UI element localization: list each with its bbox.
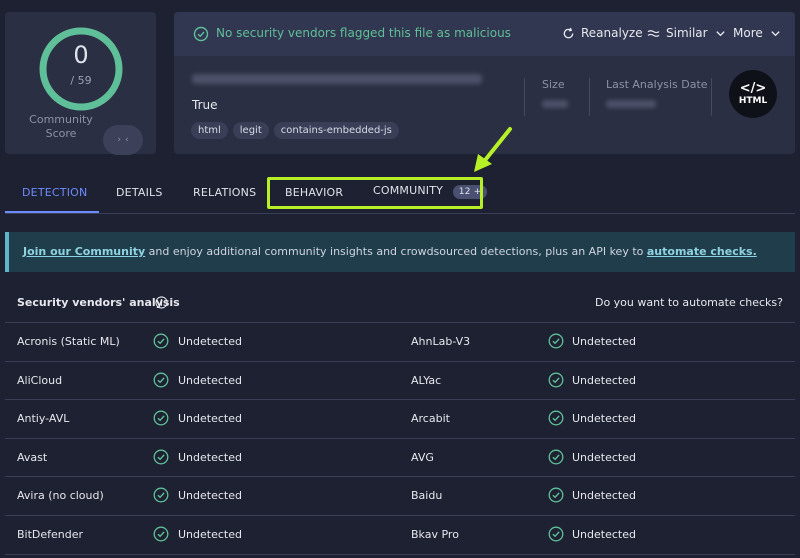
vendor-result: Undetected xyxy=(178,527,242,541)
vendor-row: Acronis (Static ML) Undetected AhnLab-V3 Un… xyxy=(5,323,795,362)
vendor-result: Undetected xyxy=(572,450,636,464)
vendor-row: BitDefender Undetected Bkav Pro Undetected xyxy=(5,516,795,555)
vendor-name: AhnLab-V3 xyxy=(411,335,471,348)
vendor-name: Avira (no cloud) xyxy=(17,489,104,503)
more-button[interactable]: More xyxy=(733,26,782,40)
code-icon: </> xyxy=(739,80,767,96)
vote-up-icon[interactable]: › xyxy=(117,135,121,145)
vendors-header: Security vendors' analysis Do you want t… xyxy=(5,288,795,320)
tag-html[interactable]: html xyxy=(191,122,228,139)
check-circle-icon xyxy=(548,410,564,426)
vendor-result: Undetected xyxy=(572,373,636,387)
tab-details[interactable]: DETAILS xyxy=(116,186,163,199)
check-circle-icon xyxy=(153,333,169,349)
verdict-banner: No security vendors flagged this file as… xyxy=(174,12,795,56)
check-circle-icon xyxy=(548,487,564,503)
vendor-result: Undetected xyxy=(572,335,636,348)
divider xyxy=(5,213,795,214)
vendor-name: BitDefender xyxy=(17,527,84,541)
file-tags: html legit contains-embedded-js xyxy=(191,122,399,139)
tag-legit[interactable]: legit xyxy=(232,122,269,139)
file-type-label: HTML xyxy=(738,95,768,106)
detection-score: 0 xyxy=(73,41,89,69)
join-community-link[interactable]: Join our Community xyxy=(23,245,145,258)
community-vote-toggle[interactable]: › ‹ xyxy=(103,125,143,155)
join-community-body: and enjoy additional community insights … xyxy=(145,245,647,258)
chevron-down-icon xyxy=(715,30,725,36)
refresh-icon xyxy=(563,27,574,38)
vendor-result: Undetected xyxy=(178,450,242,464)
file-hash-redacted xyxy=(192,74,482,84)
tag-contains-embedded-js[interactable]: contains-embedded-js xyxy=(273,122,399,139)
info-icon[interactable] xyxy=(155,296,168,309)
vendor-row: Antiy-AVL Undetected Arcabit Undetected xyxy=(5,400,795,439)
annotation-highlight-box xyxy=(267,177,483,209)
join-community-banner: Join our Community and enjoy additional … xyxy=(5,232,795,272)
size-value-redacted xyxy=(542,100,568,108)
vendor-name: Avast xyxy=(17,450,48,464)
vendor-result: Undetected xyxy=(178,335,242,348)
check-circle-icon xyxy=(153,487,169,503)
chevron-down-icon xyxy=(771,30,780,36)
verdict-text: No security vendors flagged this file as… xyxy=(216,26,511,40)
vendor-result: Undetected xyxy=(572,489,636,503)
divider xyxy=(524,78,525,116)
check-circle-icon xyxy=(153,449,169,465)
vendor-name: Arcabit xyxy=(411,412,450,426)
join-community-text: Join our Community and enjoy additional … xyxy=(23,245,757,258)
vendor-row: Avast Undetected AVG Undetected xyxy=(5,439,795,478)
community-score-label: Community Score xyxy=(29,113,93,140)
check-circle-icon xyxy=(153,410,169,426)
check-circle-icon xyxy=(193,26,209,42)
automate-checks-link[interactable]: automate checks. xyxy=(647,245,757,258)
vendor-result: Undetected xyxy=(178,373,242,387)
divider xyxy=(711,78,712,116)
vendor-name: Baidu xyxy=(411,489,443,503)
vendor-name: AliCloud xyxy=(17,373,63,387)
similar-button[interactable]: Similar xyxy=(647,26,727,40)
vendor-row: Avira (no cloud) Undetected Baidu Undetecte… xyxy=(5,477,795,516)
last-analysis-value-redacted xyxy=(606,100,656,108)
community-score-card: 0 / 59 Community Score › ‹ xyxy=(5,12,156,155)
detection-total: / 59 xyxy=(70,74,92,87)
annotation-arrow-icon xyxy=(474,127,512,172)
reanalyze-button[interactable]: Reanalyze xyxy=(562,26,643,40)
check-circle-icon xyxy=(548,449,564,465)
similar-icon xyxy=(647,29,660,37)
check-circle-icon xyxy=(153,526,169,542)
check-circle-icon xyxy=(548,372,564,388)
vendor-result: Undetected xyxy=(178,412,242,426)
vendor-name: Bkav Pro xyxy=(411,527,459,541)
more-label: More xyxy=(733,26,763,40)
check-circle-icon xyxy=(548,333,564,349)
similar-label: Similar xyxy=(666,26,708,40)
divider xyxy=(589,78,590,116)
file-name: True xyxy=(192,98,218,112)
vendor-name: Acronis (Static ML) xyxy=(17,335,120,348)
vendor-result: Undetected xyxy=(178,489,242,503)
last-analysis-label: Last Analysis Date xyxy=(606,78,708,91)
vendor-result: Undetected xyxy=(572,412,636,426)
vendor-table: Acronis (Static ML) Undetected AhnLab-V3 Un… xyxy=(5,322,795,558)
vote-down-icon[interactable]: ‹ xyxy=(125,135,129,145)
tab-detection[interactable]: DETECTION xyxy=(22,186,87,199)
automate-checks-prompt[interactable]: Do you want to automate checks? xyxy=(595,296,783,309)
vendor-result: Undetected xyxy=(572,527,636,541)
file-type-badge: </> HTML xyxy=(729,70,777,118)
vendor-name: AVG xyxy=(411,450,434,464)
check-circle-icon xyxy=(548,526,564,542)
vendor-name: Antiy-AVL xyxy=(17,412,70,426)
vendor-name: ALYac xyxy=(411,373,442,387)
vendor-row: AliCloud Undetected ALYac Undetected xyxy=(5,362,795,401)
size-label: Size xyxy=(542,78,565,91)
reanalyze-label: Reanalyze xyxy=(581,26,643,40)
check-circle-icon xyxy=(153,372,169,388)
tab-relations[interactable]: RELATIONS xyxy=(193,186,256,199)
